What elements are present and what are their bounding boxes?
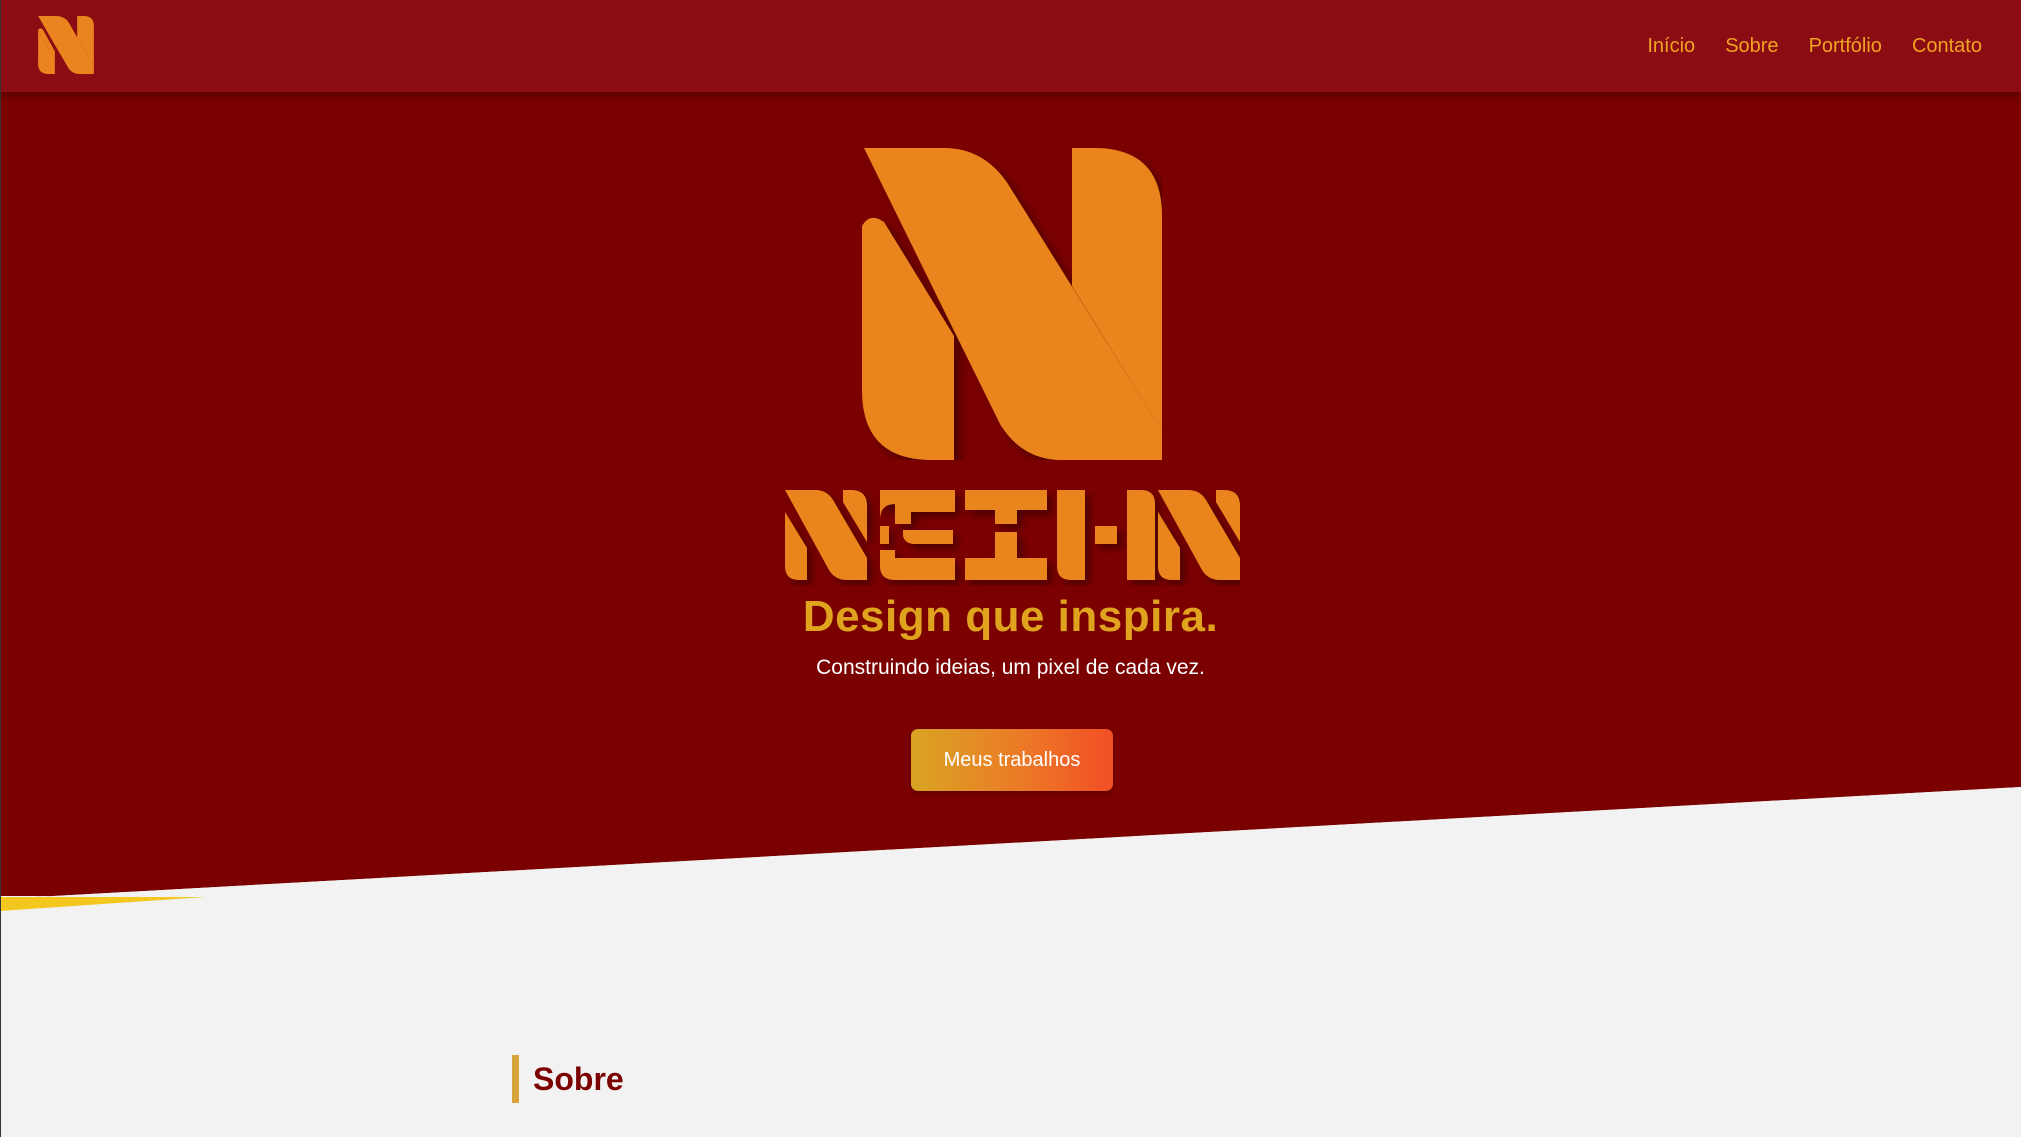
- nav-link-sobre[interactable]: Sobre: [1725, 35, 1778, 58]
- n-logo-icon[interactable]: [38, 16, 94, 74]
- meus-trabalhos-button[interactable]: Meus trabalhos: [911, 729, 1113, 791]
- sobre-accent-bar: [512, 1055, 519, 1103]
- page-edge: [0, 0, 1, 1137]
- n-logo-mark: [862, 148, 1162, 460]
- hero-tagline: Design que inspira.: [802, 592, 1219, 641]
- neihn-wordmark-logo: [785, 490, 1240, 586]
- sobre-section: Sobre: [512, 1055, 624, 1103]
- nav-links: Início Sobre Portfólio Contato: [1647, 0, 1982, 92]
- navbar: Início Sobre Portfólio Contato: [0, 0, 2021, 92]
- nav-link-portfolio[interactable]: Portfólio: [1809, 35, 1882, 58]
- sobre-title: Sobre: [533, 1060, 624, 1097]
- nav-link-inicio[interactable]: Início: [1647, 35, 1695, 58]
- nav-link-contato[interactable]: Contato: [1912, 35, 1982, 58]
- hero-subtitle: Construindo ideias, um pixel de cada vez…: [816, 656, 1205, 679]
